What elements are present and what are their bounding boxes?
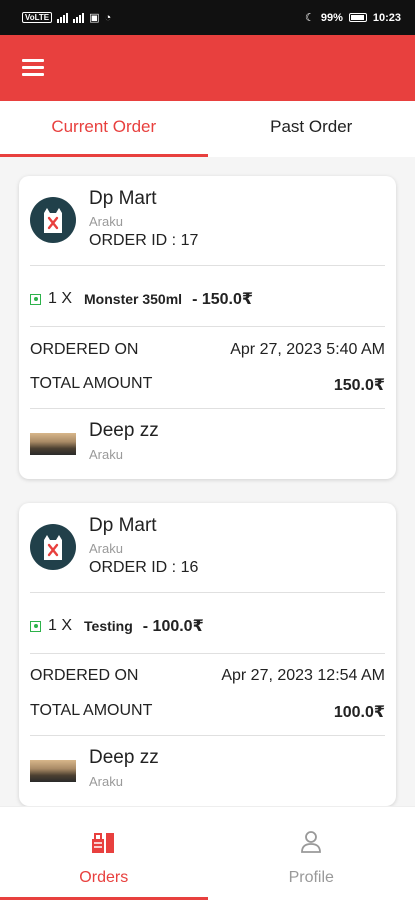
- customer-avatar: [30, 760, 76, 782]
- app-bar: [0, 35, 415, 101]
- order-id: ORDER ID : 17: [89, 232, 199, 249]
- customer-location: Araku: [89, 774, 123, 789]
- item-price: - 150.0₹: [192, 291, 254, 308]
- clock: 10:23: [372, 11, 401, 24]
- customer-name: Deep zz: [89, 420, 159, 441]
- item-name: Monster 350ml: [84, 291, 183, 307]
- tab-current-order[interactable]: Current Order: [0, 101, 208, 157]
- hamburger-icon[interactable]: [22, 59, 44, 77]
- store-name: Dp Mart: [89, 188, 157, 209]
- order-card[interactable]: Dp Mart Araku ORDER ID : 17 1 X Monster …: [19, 176, 396, 479]
- wifi-icon: ◔: [104, 11, 112, 24]
- moon-icon: ☾: [304, 12, 315, 24]
- signal-icon-2: [73, 12, 85, 23]
- battery-icon: [348, 13, 367, 22]
- veg-icon: [30, 293, 41, 305]
- item-quantity: 1 X: [48, 617, 73, 634]
- store-logo: [30, 524, 76, 570]
- customer-location: Araku: [89, 447, 123, 462]
- order-item: 1 X Monster 350ml - 150.0₹: [30, 289, 253, 309]
- orders-icon: [90, 829, 118, 855]
- sim-icon: ▣: [89, 12, 100, 24]
- ordered-on-label: ORDERED ON: [30, 341, 139, 358]
- divider: [30, 265, 385, 266]
- ordered-on-value: Apr 27, 2023 5:40 AM: [230, 341, 385, 358]
- order-card[interactable]: Dp Mart Araku ORDER ID : 16 1 X Testing …: [19, 503, 396, 806]
- divider: [30, 326, 385, 327]
- total-amount-label: TOTAL AMOUNT: [30, 702, 153, 719]
- nav-orders-label: Orders: [79, 869, 129, 886]
- total-amount-value: 150.0₹: [333, 377, 385, 394]
- store-name: Dp Mart: [89, 515, 157, 536]
- profile-icon: [300, 829, 322, 855]
- shopping-bag-icon: [44, 208, 62, 233]
- shopping-bag-icon: [44, 535, 62, 560]
- ordered-on-value: Apr 27, 2023 12:54 AM: [221, 667, 385, 684]
- order-tabs: Current Order Past Order: [0, 101, 415, 157]
- veg-icon: [30, 620, 41, 632]
- store-logo: [30, 197, 76, 243]
- ordered-on-label: ORDERED ON: [30, 667, 139, 684]
- divider: [30, 408, 385, 409]
- item-quantity: 1 X: [48, 290, 73, 307]
- volte-badge: VoLTE: [22, 12, 53, 23]
- order-id: ORDER ID : 16: [89, 559, 199, 576]
- signal-icon: [57, 12, 69, 23]
- total-amount-label: TOTAL AMOUNT: [30, 375, 153, 392]
- total-amount-value: 100.0₹: [333, 704, 385, 721]
- nav-profile-label: Profile: [288, 869, 334, 886]
- nav-profile[interactable]: Profile: [208, 807, 415, 900]
- item-price: - 100.0₹: [142, 618, 204, 635]
- customer-avatar: [30, 433, 76, 455]
- store-location: Araku: [89, 541, 123, 556]
- item-name: Testing: [84, 618, 133, 634]
- bottom-nav: Orders Profile: [0, 806, 415, 900]
- divider: [30, 735, 385, 736]
- order-item: 1 X Testing - 100.0₹: [30, 616, 204, 636]
- customer-name: Deep zz: [89, 747, 159, 768]
- store-location: Araku: [89, 214, 123, 229]
- divider: [30, 653, 385, 654]
- status-bar: VoLTE ▣ ◔ ☾ 99% 10:23: [0, 0, 415, 35]
- battery-percent: 99%: [320, 11, 343, 24]
- tab-past-order[interactable]: Past Order: [208, 101, 415, 157]
- divider: [30, 592, 385, 593]
- nav-orders[interactable]: Orders: [0, 807, 208, 900]
